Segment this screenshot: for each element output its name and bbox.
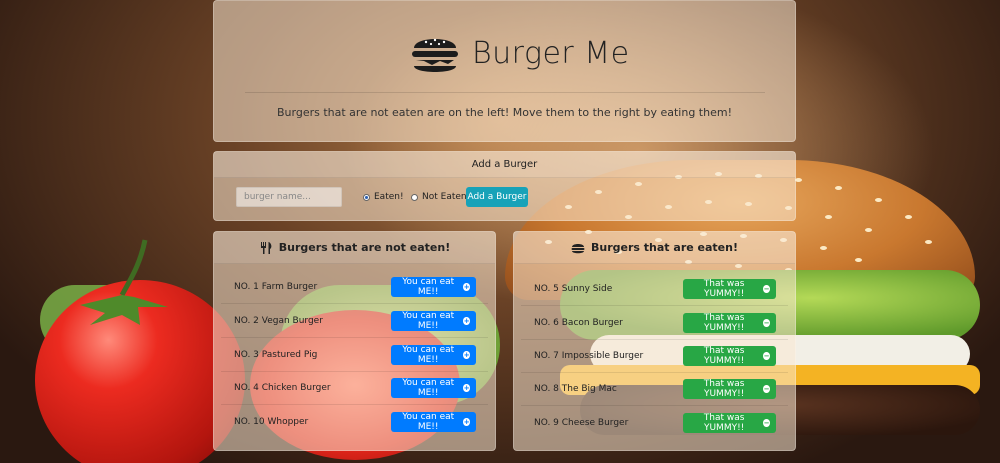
hamburger-icon <box>571 243 585 253</box>
minus-circle-icon: − <box>763 285 770 293</box>
burger-name: NO. 7 Impossible Burger <box>534 351 644 361</box>
yummy-button[interactable]: That was YUMMY!! − <box>683 279 776 299</box>
radio-not-eaten[interactable]: Not Eaten <box>411 192 467 202</box>
radio-not-eaten-label: Not Eaten <box>422 192 467 202</box>
divider <box>245 92 765 93</box>
yummy-button[interactable]: That was YUMMY!! − <box>683 313 776 333</box>
logo: Burger Me <box>410 28 630 78</box>
burger-name: NO. 6 Bacon Burger <box>534 318 623 328</box>
add-burger-heading: Add a Burger <box>214 152 795 178</box>
burger-name: NO. 3 Pastured Pig <box>234 350 318 360</box>
burger-name: NO. 8 The Big Mac <box>534 384 617 394</box>
radio-eaten-label: Eaten! <box>374 192 404 202</box>
list-item: NO. 8 The Big Mac That was YUMMY!! − <box>521 373 788 406</box>
list-item: NO. 7 Impossible Burger That was YUMMY!!… <box>521 340 788 373</box>
minus-circle-icon: − <box>763 352 770 360</box>
yummy-button[interactable]: That was YUMMY!! − <box>683 412 776 433</box>
hamburger-icon <box>412 38 458 72</box>
eaten-heading: Burgers that are eaten! <box>514 232 795 264</box>
list-item: NO. 6 Bacon Burger That was YUMMY!! − <box>521 307 788 340</box>
list-item: NO. 1 Farm Burger You can eat ME!! + <box>221 271 488 304</box>
list-item: NO. 3 Pastured Pig You can eat ME!! + <box>221 339 488 372</box>
burger-name: NO. 9 Cheese Burger <box>534 417 629 428</box>
plus-circle-icon: + <box>463 384 470 392</box>
minus-circle-icon: − <box>763 418 770 427</box>
eat-button[interactable]: You can eat ME!! + <box>391 411 476 432</box>
burger-name: NO. 5 Sunny Side <box>534 284 613 294</box>
plus-circle-icon: + <box>463 351 470 359</box>
burger-name: NO. 4 Chicken Burger <box>234 383 331 393</box>
burger-name: NO. 1 Farm Burger <box>234 282 318 292</box>
tagline: Burgers that are not eaten are on the le… <box>277 106 732 119</box>
burger-name: NO. 2 Vegan Burger <box>234 316 323 326</box>
list-item: NO. 10 Whopper You can eat ME!! + <box>221 405 488 438</box>
plus-circle-icon: + <box>463 283 470 291</box>
utensils-icon <box>260 241 272 254</box>
page-title: Burger Me <box>472 35 630 71</box>
minus-circle-icon: − <box>763 385 770 393</box>
eat-button[interactable]: You can eat ME!! + <box>391 378 476 398</box>
add-burger-panel: Add a Burger <box>213 151 796 221</box>
not-eaten-heading-text: Burgers that are not eaten! <box>278 241 451 254</box>
tomato-stem <box>80 239 168 325</box>
plus-circle-icon: + <box>463 317 470 325</box>
add-burger-button[interactable]: Add a Burger <box>466 187 528 207</box>
eat-button[interactable]: You can eat ME!! + <box>391 311 476 331</box>
burger-name-input[interactable] <box>236 187 342 207</box>
list-item: NO. 5 Sunny Side That was YUMMY!! − <box>521 273 788 306</box>
radio-eaten[interactable]: Eaten! <box>363 192 404 202</box>
eat-button[interactable]: You can eat ME!! + <box>391 345 476 365</box>
eat-button[interactable]: You can eat ME!! + <box>391 277 476 297</box>
yummy-button[interactable]: That was YUMMY!! − <box>683 346 776 366</box>
list-item: NO. 4 Chicken Burger You can eat ME!! + <box>221 372 488 405</box>
list-item: NO. 2 Vegan Burger You can eat ME!! + <box>221 305 488 338</box>
minus-circle-icon: − <box>763 319 770 327</box>
list-item: NO. 9 Cheese Burger That was YUMMY!! − <box>521 406 788 439</box>
radio-not-eaten-button[interactable] <box>411 193 418 201</box>
not-eaten-heading: Burgers that are not eaten! <box>214 232 495 264</box>
burger-name: NO. 10 Whopper <box>234 416 309 427</box>
radio-eaten-button[interactable] <box>363 193 370 201</box>
plus-circle-icon: + <box>463 417 470 426</box>
yummy-button[interactable]: That was YUMMY!! − <box>683 379 776 399</box>
eaten-heading-text: Burgers that are eaten! <box>591 241 738 254</box>
